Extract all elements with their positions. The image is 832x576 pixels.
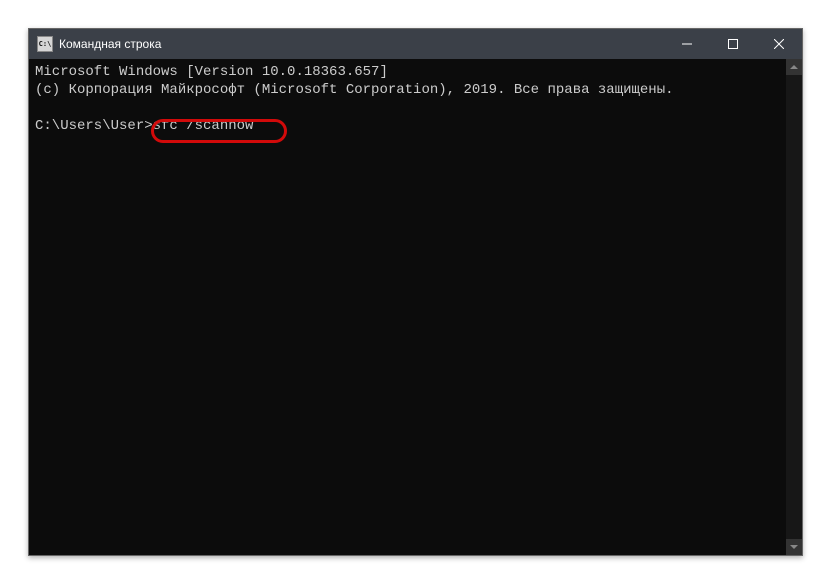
minimize-icon xyxy=(682,39,692,49)
terminal-content: Microsoft Windows [Version 10.0.18363.65… xyxy=(29,59,802,139)
copyright-line: (c) Корпорация Майкрософт (Microsoft Cor… xyxy=(35,82,674,98)
maximize-button[interactable] xyxy=(710,29,756,59)
maximize-icon xyxy=(728,39,738,49)
scrollbar-up-button[interactable] xyxy=(786,59,802,75)
titlebar[interactable]: C:\ Командная строка xyxy=(29,29,802,59)
close-icon xyxy=(774,39,784,49)
minimize-button[interactable] xyxy=(664,29,710,59)
close-button[interactable] xyxy=(756,29,802,59)
terminal-body[interactable]: Microsoft Windows [Version 10.0.18363.65… xyxy=(29,59,802,555)
chevron-down-icon xyxy=(790,545,798,549)
chevron-up-icon xyxy=(790,65,798,69)
window-controls xyxy=(664,29,802,59)
command-prompt-window: C:\ Командная строка Microsoft xyxy=(28,28,803,556)
vertical-scrollbar[interactable] xyxy=(786,59,802,555)
scrollbar-down-button[interactable] xyxy=(786,539,802,555)
window-title: Командная строка xyxy=(59,37,664,51)
version-line: Microsoft Windows [Version 10.0.18363.65… xyxy=(35,64,388,80)
prompt: C:\Users\User> xyxy=(35,118,153,134)
cmd-icon: C:\ xyxy=(37,36,53,52)
command-input[interactable]: sfc /scannow xyxy=(153,118,254,134)
